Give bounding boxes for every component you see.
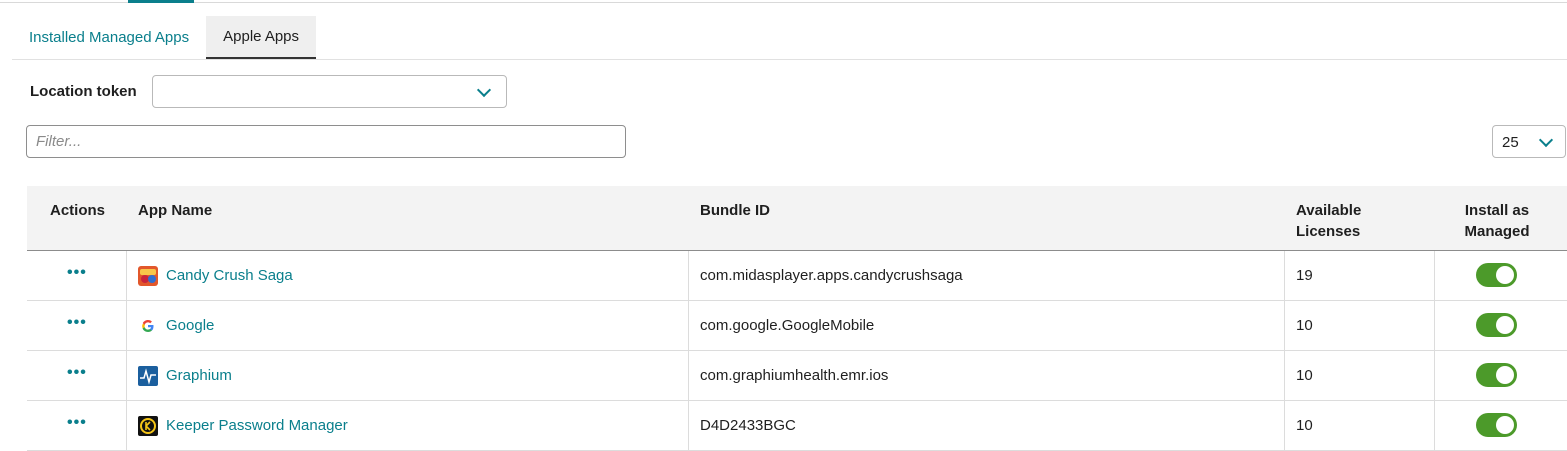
- table-row: ••• Graphium com.graphiumhealth.emr.ios …: [27, 351, 1567, 401]
- row-actions-button[interactable]: •••: [67, 264, 87, 282]
- toggle-knob: [1496, 366, 1514, 384]
- row-actions-button[interactable]: •••: [67, 414, 87, 432]
- keeper-icon: [138, 416, 158, 436]
- table-header: Actions App Name Bundle ID Available Lic…: [27, 186, 1567, 251]
- page-size-value: 25: [1502, 134, 1519, 151]
- toggle-knob: [1496, 266, 1514, 284]
- bundle-id-cell: D4D2433BGC: [700, 417, 796, 434]
- app-name-link[interactable]: Google: [166, 317, 214, 334]
- toggle-knob: [1496, 316, 1514, 334]
- tab-bar: Installed Managed Apps Apple Apps: [12, 16, 317, 60]
- filter-input[interactable]: [26, 125, 626, 158]
- table-row: ••• Candy Crush Saga com.midasplayer.app…: [27, 251, 1567, 301]
- install-as-managed-toggle[interactable]: [1476, 263, 1517, 287]
- bundle-id-cell: com.graphiumhealth.emr.ios: [700, 367, 889, 384]
- available-licenses-cell: 19: [1296, 267, 1313, 284]
- apple-apps-table: Actions App Name Bundle ID Available Lic…: [27, 186, 1567, 451]
- install-as-managed-toggle[interactable]: [1476, 313, 1517, 337]
- header-available-licenses[interactable]: Available Licenses: [1296, 200, 1386, 242]
- top-nav-active-indicator: [128, 0, 194, 3]
- table-row: ••• Google com.google.GoogleMobile 10: [27, 301, 1567, 351]
- available-licenses-cell: 10: [1296, 367, 1313, 384]
- row-actions-button[interactable]: •••: [67, 364, 87, 382]
- install-as-managed-toggle[interactable]: [1476, 363, 1517, 387]
- location-token-label: Location token: [30, 83, 137, 100]
- header-actions: Actions: [50, 202, 106, 219]
- chevron-down-icon: [1538, 132, 1554, 148]
- tab-bar-divider: [12, 59, 1567, 60]
- tab-apple-apps[interactable]: Apple Apps: [206, 16, 317, 59]
- table-row: ••• Keeper Password Manager D4D2433BGC 1…: [27, 401, 1567, 451]
- row-actions-button[interactable]: •••: [67, 314, 87, 332]
- install-as-managed-toggle[interactable]: [1476, 413, 1517, 437]
- location-token-select[interactable]: [152, 75, 507, 108]
- top-divider: [0, 2, 1567, 3]
- app-name-link[interactable]: Candy Crush Saga: [166, 267, 293, 284]
- page-size-select[interactable]: 25: [1492, 125, 1566, 158]
- available-licenses-cell: 10: [1296, 417, 1313, 434]
- app-name-link[interactable]: Graphium: [166, 367, 232, 384]
- header-bundle-id[interactable]: Bundle ID: [700, 200, 770, 221]
- tab-installed-managed-apps[interactable]: Installed Managed Apps: [12, 16, 206, 58]
- chevron-down-icon: [476, 82, 492, 98]
- candy-crush-icon: [138, 266, 158, 286]
- header-app-name[interactable]: App Name: [138, 200, 212, 221]
- bundle-id-cell: com.midasplayer.apps.candycrushsaga: [700, 267, 963, 284]
- graphium-icon: [138, 366, 158, 386]
- app-name-link[interactable]: Keeper Password Manager: [166, 417, 348, 434]
- google-icon: [138, 316, 158, 336]
- bundle-id-cell: com.google.GoogleMobile: [700, 317, 875, 334]
- toggle-knob: [1496, 416, 1514, 434]
- header-install-as-managed: Install as Managed: [1464, 202, 1530, 240]
- available-licenses-cell: 10: [1296, 317, 1313, 334]
